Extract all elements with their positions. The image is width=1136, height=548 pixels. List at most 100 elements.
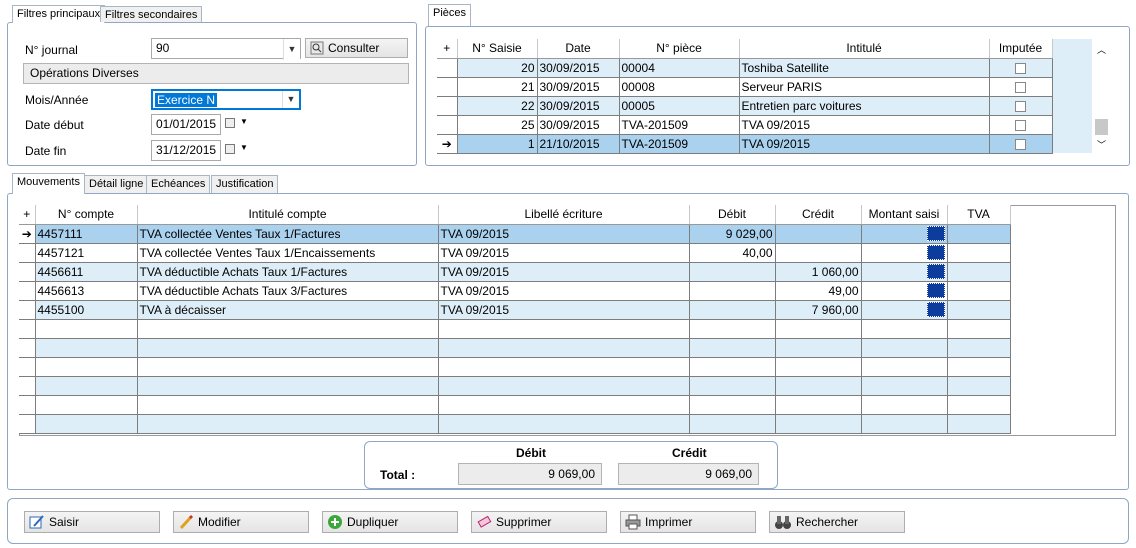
rechercher-label: Rechercher: [796, 515, 859, 529]
table-row[interactable]: 21 30/09/2015 00008 Serveur PARIS: [437, 77, 1053, 97]
chevron-down-icon[interactable]: ▼: [240, 117, 248, 126]
empty-row[interactable]: [19, 395, 1011, 415]
imputee-checkbox[interactable]: [989, 134, 1053, 154]
row-indicator: [19, 243, 36, 263]
cell-debit: 40,00: [689, 243, 776, 263]
col-libelle[interactable]: Libellé écriture: [438, 205, 690, 225]
consulter-button[interactable]: Consulter: [305, 38, 408, 58]
col-credit[interactable]: Crédit: [775, 205, 862, 225]
col-intitule-compte[interactable]: Intitulé compte: [137, 205, 439, 225]
euro-icon[interactable]: [926, 283, 945, 299]
cell-intitule: Toshiba Satellite: [739, 58, 990, 78]
table-row[interactable]: 25 30/09/2015 TVA-201509 TVA 09/2015: [437, 115, 1053, 135]
table-row[interactable]: 4455100 TVA à décaisser TVA 09/2015 7 96…: [19, 300, 1011, 320]
scroll-thumb[interactable]: [1095, 119, 1108, 135]
modifier-button[interactable]: Modifier: [173, 511, 309, 533]
supprimer-label: Supprimer: [496, 515, 552, 529]
scroll-down-icon[interactable]: ﹀: [1093, 138, 1110, 151]
add-column-icon[interactable]: +: [437, 39, 458, 59]
chevron-down-icon[interactable]: ▼: [282, 91, 299, 108]
table-row[interactable]: 4456613 TVA déductible Achats Taux 3/Fac…: [19, 281, 1011, 301]
cell-compte: 4457111: [35, 224, 138, 244]
col-tva[interactable]: TVA: [947, 205, 1011, 225]
euro-icon[interactable]: [926, 226, 945, 242]
row-indicator: [19, 300, 36, 320]
cell-debit: 9 029,00: [689, 224, 776, 244]
pieces-table: + N° Saisie Date N° pièce Intitulé Imput…: [437, 39, 1053, 154]
pencil-form-icon: [29, 515, 44, 529]
tab-detail-ligne[interactable]: Détail ligne: [84, 175, 149, 193]
date-debut-label: Date début: [25, 118, 84, 132]
imprimer-button[interactable]: Imprimer: [620, 511, 756, 533]
cell-debit: [689, 262, 776, 282]
date-debut-field[interactable]: 01/01/2015: [151, 114, 221, 135]
table-row[interactable]: 22 30/09/2015 00005 Entretien parc voitu…: [437, 96, 1053, 116]
cell-intitule: Entretien parc voitures: [739, 96, 990, 116]
cell-tva: [947, 281, 1011, 301]
cell-tva: [947, 262, 1011, 282]
col-compte[interactable]: N° compte: [35, 205, 138, 225]
empty-row[interactable]: [19, 338, 1011, 358]
euro-icon[interactable]: [926, 302, 945, 318]
cell-date: 30/09/2015: [537, 115, 620, 135]
imputee-checkbox[interactable]: [989, 96, 1053, 116]
col-debit[interactable]: Débit: [689, 205, 776, 225]
tab-filtres-principaux[interactable]: Filtres principaux: [12, 5, 106, 23]
table-row[interactable]: 20 30/09/2015 00004 Toshiba Satellite: [437, 58, 1053, 78]
table-row[interactable]: 4457121 TVA collectée Ventes Taux 1/Enca…: [19, 243, 1011, 263]
saisir-button[interactable]: Saisir: [24, 511, 160, 533]
cell-saisie: 25: [457, 115, 538, 135]
dupliquer-button[interactable]: Dupliquer: [322, 511, 458, 533]
journal-label: N° journal: [25, 43, 78, 57]
calendar-icon[interactable]: [225, 118, 235, 128]
table-row-selected[interactable]: ➔ 4457111 TVA collectée Ventes Taux 1/Fa…: [19, 224, 1011, 244]
col-piece[interactable]: N° pièce: [619, 39, 740, 59]
add-column-icon[interactable]: +: [19, 205, 36, 225]
euro-icon[interactable]: [926, 264, 945, 280]
tab-echeances[interactable]: Echéances: [146, 175, 211, 193]
tab-filtres-secondaires[interactable]: Filtres secondaires: [100, 6, 203, 22]
printer-icon: [625, 514, 641, 530]
tab-justification[interactable]: Justification: [211, 175, 279, 193]
mois-value: Exercice N: [155, 93, 218, 107]
saisir-label: Saisir: [49, 515, 80, 529]
mois-label: Mois/Année: [25, 93, 89, 107]
tab-mouvements[interactable]: Mouvements: [12, 173, 85, 194]
table-row-selected[interactable]: ➔ 1 21/10/2015 TVA-201509 TVA 09/2015: [437, 134, 1053, 154]
cell-saisie: 20: [457, 58, 538, 78]
journal-select[interactable]: 90 ▼: [151, 38, 301, 60]
cell-piece: 00005: [619, 96, 740, 116]
supprimer-button[interactable]: Supprimer: [471, 511, 607, 533]
table-row[interactable]: 4456611 TVA déductible Achats Taux 1/Fac…: [19, 262, 1011, 282]
row-indicator: [437, 58, 458, 78]
empty-row[interactable]: [19, 319, 1011, 339]
col-imputee[interactable]: Imputée: [989, 39, 1053, 59]
empty-row[interactable]: [19, 357, 1011, 377]
cell-montant: [861, 243, 948, 263]
imputee-checkbox[interactable]: [989, 77, 1053, 97]
cell-saisie: 22: [457, 96, 538, 116]
date-fin-field[interactable]: 31/12/2015: [151, 140, 221, 161]
cell-montant: [861, 281, 948, 301]
rechercher-button[interactable]: Rechercher: [769, 511, 905, 533]
cell-date: 21/10/2015: [537, 134, 620, 154]
mois-select[interactable]: Exercice N ▼: [151, 89, 301, 110]
scroll-up-icon[interactable]: ︿: [1093, 43, 1110, 56]
imputee-checkbox[interactable]: [989, 58, 1053, 78]
cell-credit: [775, 224, 862, 244]
col-intitule[interactable]: Intitulé: [739, 39, 990, 59]
pieces-scrollbar[interactable]: ︿ ﹀: [1093, 39, 1110, 153]
col-saisie[interactable]: N° Saisie: [457, 39, 538, 59]
empty-row[interactable]: [19, 414, 1011, 434]
cell-montant: [861, 300, 948, 320]
euro-icon[interactable]: [926, 245, 945, 261]
col-date[interactable]: Date: [537, 39, 620, 59]
row-indicator: [437, 115, 458, 135]
tab-pieces[interactable]: Pièces: [428, 4, 472, 26]
chevron-down-icon[interactable]: ▼: [283, 39, 300, 60]
empty-row[interactable]: [19, 376, 1011, 396]
col-montant-saisi[interactable]: Montant saisi: [861, 205, 948, 225]
chevron-down-icon[interactable]: ▼: [240, 143, 248, 152]
calendar-icon[interactable]: [225, 144, 235, 154]
imputee-checkbox[interactable]: [989, 115, 1053, 135]
